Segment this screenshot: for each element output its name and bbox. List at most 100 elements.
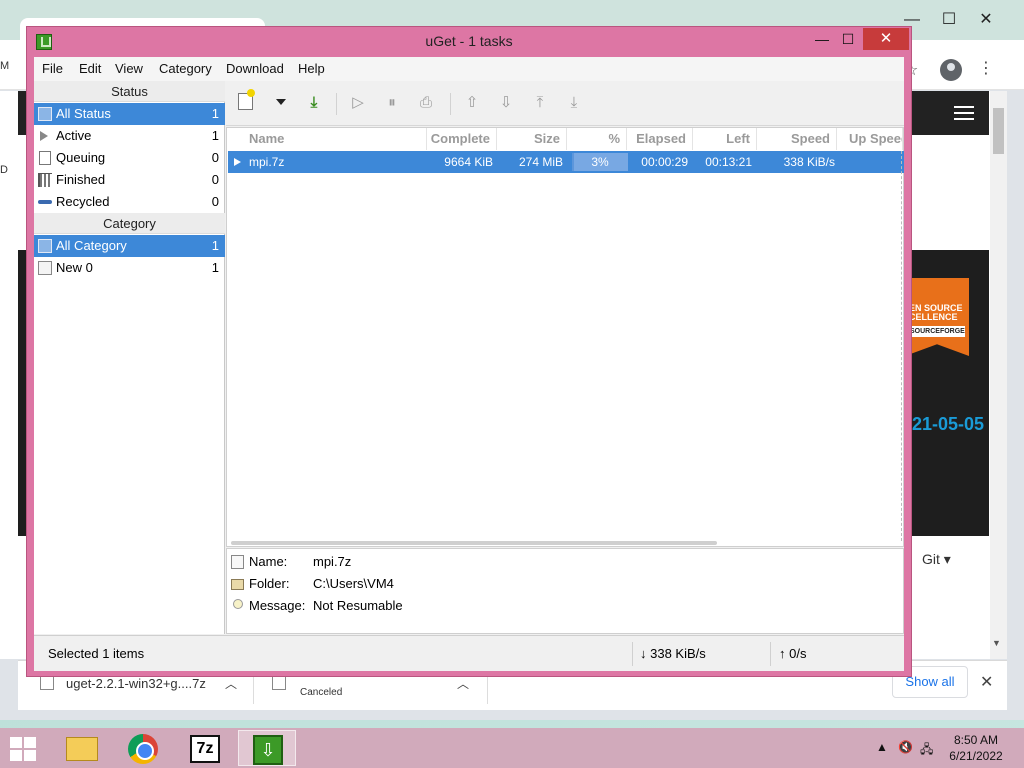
- play-icon: [234, 158, 241, 166]
- chrome-maximize-button[interactable]: ☐: [932, 8, 966, 32]
- move-top-icon[interactable]: ⤒: [530, 93, 550, 113]
- menu-view[interactable]: View: [115, 61, 143, 76]
- volume-muted-icon[interactable]: 🔇: [898, 740, 913, 754]
- hamburger-menu-icon[interactable]: [954, 106, 974, 120]
- sidebar-item-count: 0: [211, 150, 219, 165]
- column-header-left[interactable]: Left: [693, 128, 757, 150]
- column-header-name[interactable]: Name: [249, 128, 427, 150]
- detail-message-value: Not Resumable: [313, 598, 403, 613]
- clock-time: 8:50 AM: [953, 733, 999, 747]
- pause-icon[interactable]: ⏸: [382, 93, 402, 113]
- sidebar-item-count: 0: [211, 194, 219, 209]
- move-bottom-icon[interactable]: ⤓: [564, 93, 584, 113]
- horizontal-scrollbar[interactable]: [231, 541, 717, 545]
- taskbar-clock[interactable]: 8:50 AM 6/21/2022: [940, 732, 1012, 764]
- sidebar-item-all-category[interactable]: All Category 1: [34, 235, 225, 257]
- chrome-menu-icon[interactable]: ⋮: [978, 58, 994, 78]
- column-header-size[interactable]: Size: [497, 128, 567, 150]
- task-list[interactable]: Name Complete Size % Elapsed Left Speed …: [226, 127, 904, 547]
- minimize-button[interactable]: —: [809, 28, 835, 50]
- menu-edit[interactable]: Edit: [79, 61, 101, 76]
- move-up-icon[interactable]: ⇧: [462, 93, 482, 113]
- uget-client-area: File Edit View Category Download Help St…: [34, 57, 904, 671]
- sidebar-item-finished[interactable]: Finished 0: [34, 169, 225, 191]
- sidebar-item-active[interactable]: Active 1: [34, 125, 225, 147]
- move-down-icon[interactable]: ⇩: [496, 93, 516, 113]
- maximize-button[interactable]: ☐: [835, 28, 861, 50]
- new-download-icon[interactable]: [238, 89, 255, 110]
- sidebar-item-all-status[interactable]: All Status 1: [34, 103, 225, 125]
- column-header-label: %: [608, 131, 620, 146]
- detail-folder-label: Folder:: [249, 576, 290, 591]
- sidebar-item-recycled[interactable]: Recycled 0: [34, 191, 225, 213]
- selected-count: Selected 1 items: [48, 646, 145, 661]
- chevron-up-icon[interactable]: ︿: [457, 675, 469, 692]
- windows-start-icon[interactable]: [10, 737, 36, 761]
- tray-overflow-icon[interactable]: ▲: [876, 740, 888, 754]
- page-scrollbar-thumb[interactable]: [993, 108, 1004, 154]
- uget-window: uGet - 1 tasks — ☐ ✕ File Edit View Cate…: [26, 26, 912, 677]
- category-header: Category: [34, 213, 225, 234]
- sourceforge-logo: SOURCEFORGE: [909, 326, 965, 337]
- sidebar-item-count: 1: [211, 238, 219, 253]
- sidebar-item-label: All Status: [56, 106, 111, 121]
- profile-avatar-icon[interactable]: [940, 59, 962, 81]
- download-item-status: Canceled: [300, 687, 343, 698]
- menu-help[interactable]: Help: [298, 61, 325, 76]
- taskbar-uget[interactable]: ⇩: [238, 730, 296, 766]
- column-header-complete[interactable]: Complete: [427, 128, 497, 150]
- chevron-down-icon[interactable]: [276, 99, 286, 105]
- menu-download[interactable]: Download: [226, 61, 284, 76]
- taskbar-file-explorer[interactable]: [52, 730, 110, 766]
- column-header-percent[interactable]: %: [567, 128, 627, 150]
- 7zip-icon: 7z: [190, 735, 220, 763]
- properties-icon[interactable]: ⎙: [416, 93, 436, 113]
- table-row[interactable]: mpi.7z 9664 KiB 274 MiB 3% 00:00:29 00:1…: [228, 151, 904, 173]
- chrome-close-button[interactable]: ✕: [969, 8, 1003, 32]
- uget-icon: ⇩: [253, 735, 283, 765]
- task-speed: 338 KiB/s: [783, 155, 835, 169]
- detail-folder-value: C:\Users\VM4: [313, 576, 394, 591]
- column-header-label: Elapsed: [636, 131, 686, 146]
- finished-flag-icon: [38, 173, 52, 187]
- menu-file[interactable]: File: [42, 61, 63, 76]
- network-icon[interactable]: 🖧: [920, 740, 933, 761]
- column-header-speed[interactable]: Speed: [757, 128, 837, 150]
- sidebar-item-queuing[interactable]: Queuing 0: [34, 147, 225, 169]
- toolbar-separator: [336, 93, 337, 115]
- sidebar-item-count: 1: [211, 106, 219, 121]
- task-name: mpi.7z: [249, 155, 285, 169]
- detail-message-label: Message:: [249, 598, 306, 613]
- scroll-down-arrow-icon[interactable]: ▼: [992, 638, 1001, 648]
- desktop-edge-text: D: [0, 164, 8, 176]
- all-category-icon: [38, 239, 52, 253]
- file-icon: [231, 555, 244, 569]
- uget-title-bar[interactable]: uGet - 1 tasks — ☐ ✕: [27, 27, 911, 57]
- page-scrollbar[interactable]: [990, 91, 1007, 659]
- detail-name-label: Name:: [249, 554, 288, 569]
- column-header-up-speed[interactable]: Up Speed: [837, 128, 903, 150]
- menu-bar: File Edit View Category Download Help: [34, 57, 904, 81]
- task-elapsed: 00:00:29: [641, 155, 688, 169]
- git-link[interactable]: Git ▾: [922, 551, 951, 568]
- file-explorer-icon: [66, 737, 98, 761]
- window-title: uGet - 1 tasks: [425, 33, 513, 49]
- all-status-icon: [38, 107, 52, 121]
- download-item-uget[interactable]: uget-2.2.1-win32+g....7z: [66, 676, 206, 712]
- close-button[interactable]: ✕: [863, 28, 909, 50]
- column-header-elapsed[interactable]: Elapsed: [627, 128, 693, 150]
- column-header-label: Name: [249, 131, 285, 146]
- play-icon: [40, 131, 48, 141]
- task-complete: 9664 KiB: [444, 155, 493, 169]
- taskbar-chrome[interactable]: [114, 730, 172, 766]
- chevron-up-icon[interactable]: ︿: [225, 675, 237, 692]
- start-icon[interactable]: ▷: [348, 93, 368, 113]
- sidebar-item-new-0[interactable]: New 0 1: [34, 257, 225, 279]
- close-icon[interactable]: ✕: [980, 672, 993, 692]
- upload-speed: ↑ 0/s: [779, 646, 807, 661]
- menu-category[interactable]: Category: [159, 61, 212, 76]
- column-header-label: Left: [726, 131, 750, 146]
- batch-download-icon[interactable]: ⤓: [304, 93, 324, 113]
- sidebar-item-label: Active: [56, 128, 92, 143]
- taskbar-7zip[interactable]: 7z: [176, 730, 234, 766]
